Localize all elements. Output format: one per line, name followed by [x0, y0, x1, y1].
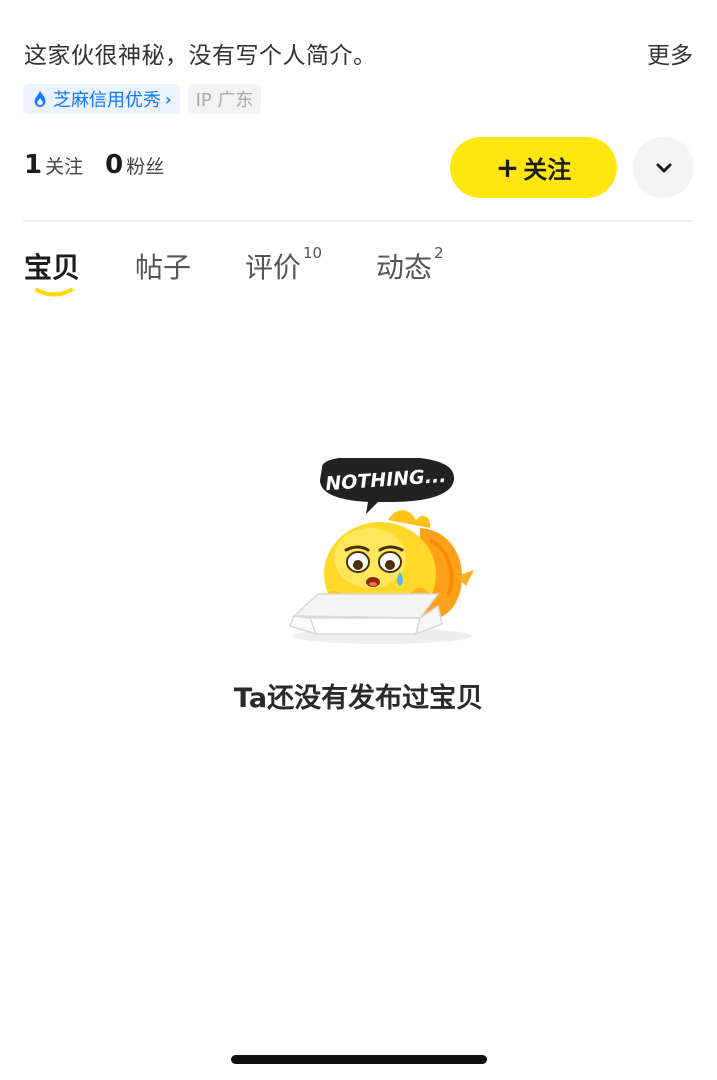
tab-reviews[interactable]: 评价 10 — [245, 244, 323, 286]
plus-icon: + — [495, 150, 520, 184]
tab-activity-label: 动态 — [376, 251, 433, 284]
credit-badge-label: 芝麻信用优秀 — [53, 90, 161, 111]
ip-badge: IP 广东 — [187, 84, 262, 114]
tab-reviews-label: 评价 — [245, 251, 302, 284]
profile-bio: 这家伙很神秘，没有写个人简介。 — [24, 43, 377, 69]
expand-button[interactable] — [633, 137, 694, 198]
profile-tabs: 宝贝 帖子 评价 10 动态 2 — [0, 244, 717, 306]
tab-activity-count: 2 — [434, 244, 444, 262]
active-tab-indicator — [35, 288, 73, 297]
tab-posts-label: 帖子 — [135, 251, 192, 284]
home-indicator — [231, 1055, 487, 1064]
chevron-down-icon — [656, 163, 671, 172]
flame-icon — [34, 90, 46, 108]
divider — [23, 220, 694, 222]
followers-count: 0 — [105, 150, 124, 180]
credit-badge[interactable]: 芝麻信用优秀 › — [23, 84, 180, 114]
tab-items-label: 宝贝 — [24, 251, 81, 284]
empty-state-message: Ta还没有发布过宝贝 — [233, 683, 484, 714]
chevron-right-icon: › — [165, 89, 172, 109]
tab-reviews-count: 10 — [303, 244, 323, 262]
following-count: 1 — [24, 150, 43, 180]
follow-button-label: 关注 — [523, 156, 572, 184]
followers-stat[interactable]: 0 粉丝 — [105, 150, 164, 180]
empty-state-illustration: NOTHING... — [289, 458, 474, 644]
follow-button[interactable]: + 关注 — [450, 137, 617, 198]
more-link[interactable]: 更多 — [647, 36, 693, 70]
profile-stats: 1 关注 0 粉丝 — [24, 150, 164, 180]
tab-activity[interactable]: 动态 2 — [376, 244, 444, 286]
followers-label: 粉丝 — [126, 156, 165, 178]
tab-posts[interactable]: 帖子 — [135, 246, 191, 286]
following-stat[interactable]: 1 关注 — [24, 150, 83, 180]
tab-items[interactable]: 宝贝 — [24, 246, 80, 286]
following-label: 关注 — [45, 156, 84, 178]
profile-badges: 芝麻信用优秀 › IP 广东 — [23, 84, 262, 114]
